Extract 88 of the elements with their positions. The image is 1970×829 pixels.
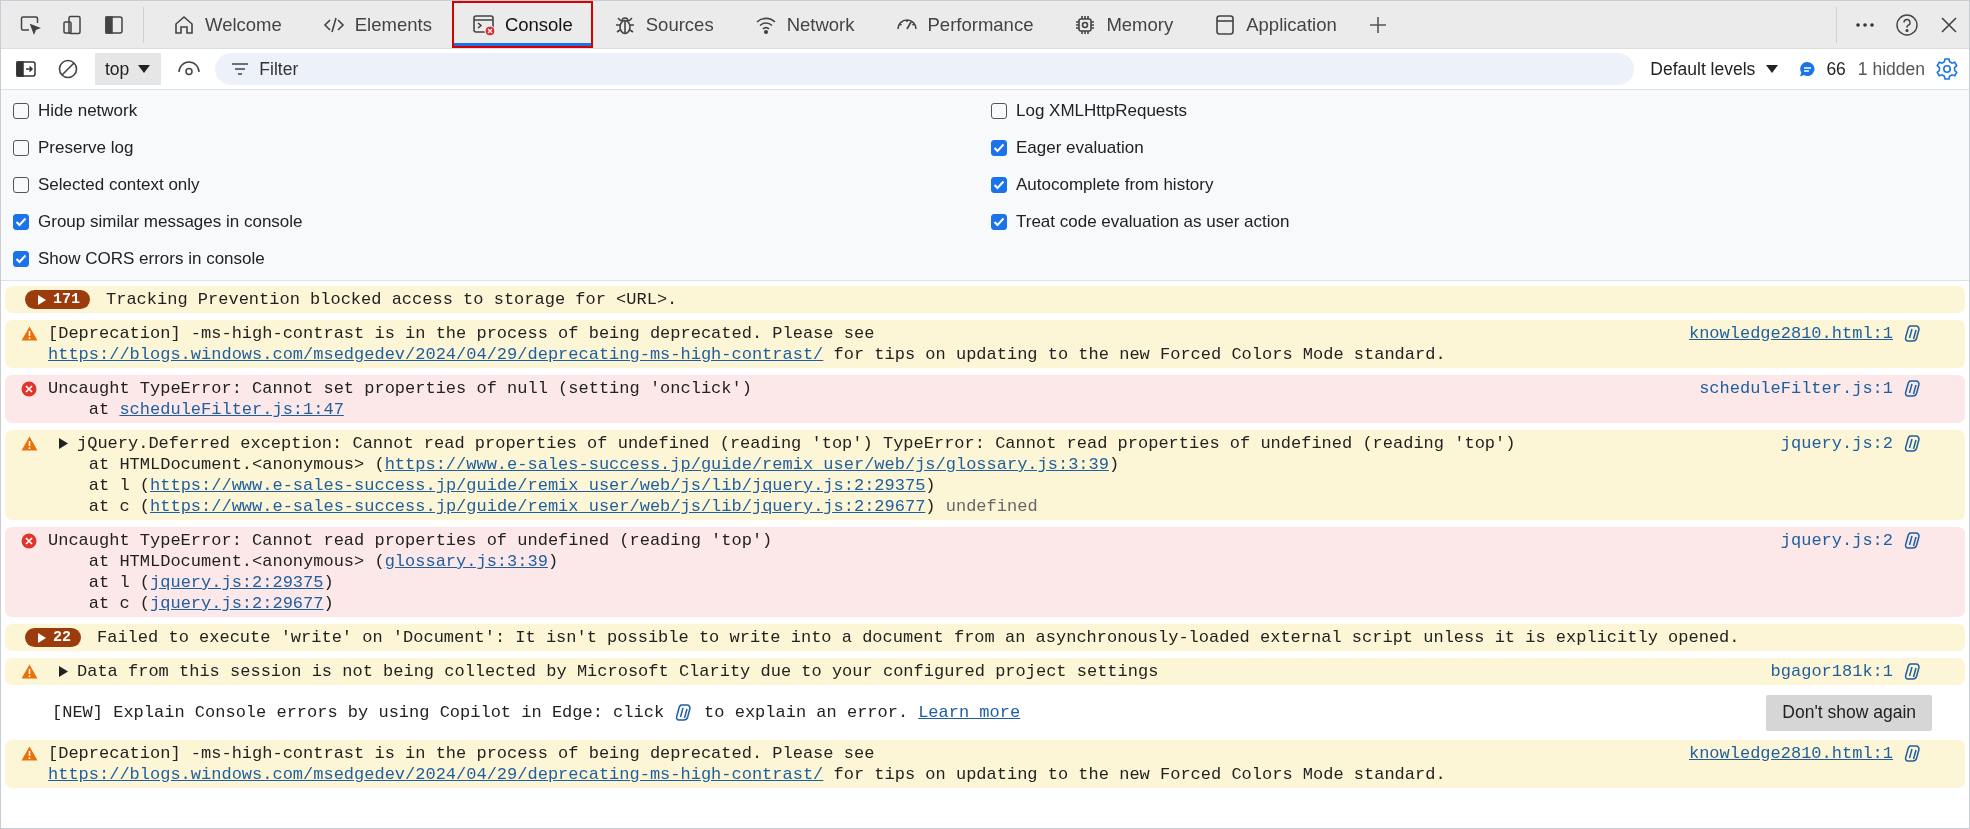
checkbox-label[interactable]: Autocomplete from history: [1016, 174, 1214, 195]
caret-icon: [1765, 64, 1780, 74]
source-link[interactable]: jquery.js:2: [1780, 433, 1893, 454]
learn-more-link[interactable]: Learn more: [918, 702, 1021, 723]
loop-icon[interactable]: [1903, 530, 1923, 551]
hidden-count: 1 hidden: [1857, 58, 1925, 80]
checkbox[interactable]: [13, 139, 29, 156]
filter-field[interactable]: Filter: [215, 53, 1635, 85]
message-link[interactable]: jquery.js:2:29375: [150, 573, 324, 592]
repeat-count-badge: 171: [25, 290, 90, 309]
message-text: Uncaught TypeError: Cannot read properties of undefined (reading 'top'): [48, 530, 773, 551]
message-text: at c (https://www.e-sales-success.jp/guide/remix_user/web/js/lib/jquery.js:2:29677) undefined: [87, 496, 1038, 517]
loop-icon[interactable]: [1903, 661, 1923, 682]
warning-icon: [21, 326, 38, 341]
message-text: Tracking Prevention blocked access to storage for <URL>.: [106, 289, 678, 310]
message-link[interactable]: https://blogs.windows.com/msedgedev/2024/04/29/deprecating-ms-high-contrast/: [48, 345, 824, 364]
checkbox[interactable]: [13, 250, 29, 267]
filter-icon: [231, 62, 250, 76]
checkbox-label[interactable]: Group similar messages in console: [38, 211, 303, 232]
message-link[interactable]: scheduleFilter.js:1:47: [119, 400, 344, 419]
message-link[interactable]: https://blogs.windows.com/msedgedev/2024/04/29/deprecating-ms-high-contrast/: [48, 765, 824, 784]
message-text: jQuery.Deferred exception: Cannot read properties of undefined (reading 'top') TypeError: Cannot read properties of undefined (reading 'top'): [77, 433, 1516, 454]
loop-icon[interactable]: [1903, 323, 1923, 344]
source-link[interactable]: knowledge2810.html:1: [1688, 323, 1893, 344]
message-text: at c (jquery.js:2:29677): [87, 593, 334, 614]
chat-icon: [1799, 60, 1817, 78]
tab[interactable]: Performance: [874, 1, 1054, 48]
checkbox-label[interactable]: Preserve log: [38, 137, 134, 158]
checkbox-label[interactable]: Selected context only: [38, 174, 200, 195]
dismiss-button[interactable]: Don't show again: [1766, 694, 1932, 731]
message-text: Data from this session is not being collected by Microsoft Clarity due to your configured project settings: [77, 661, 1159, 682]
message-text: at HTMLDocument.<anonymous> (https://www.e-sales-success.jp/guide/remix_user/web/js/glossary.js:3:39): [87, 454, 1120, 475]
notice-text: [NEW] Explain Console errors by using Copilot in Edge: click: [52, 702, 665, 723]
repeat-count-badge: 22: [25, 628, 81, 647]
tab[interactable]: Console: [451, 1, 593, 48]
message-link[interactable]: https://www.e-sales-success.jp/guide/remix_user/web/js/lib/jquery.js:2:29677: [150, 497, 926, 516]
checkbox[interactable]: [13, 213, 29, 230]
message-link[interactable]: jquery.js:2:29677: [150, 594, 324, 613]
tab[interactable]: Application: [1193, 1, 1357, 48]
source-link[interactable]: bgagor181k:1: [1770, 661, 1893, 682]
expand-triangle-icon[interactable]: [58, 665, 69, 678]
message-text: [Deprecation] -ms-high-contrast is in the process of being deprecated. Please see: [48, 743, 875, 764]
checkbox[interactable]: [991, 102, 1007, 119]
source-link[interactable]: knowledge2810.html:1: [1688, 743, 1893, 764]
message-text: at HTMLDocument.<anonymous> (glossary.js:3:39): [87, 551, 559, 572]
checkbox[interactable]: [13, 102, 29, 119]
message-text: at l (https://www.e-sales-success.jp/guide/remix_user/web/js/lib/jquery.js:2:29375): [87, 475, 936, 496]
message-link[interactable]: glossary.js:3:39: [384, 552, 548, 571]
checkbox[interactable]: [991, 139, 1007, 156]
console-error-icon: [471, 12, 496, 37]
checkbox-label[interactable]: Show CORS errors in console: [38, 248, 265, 269]
message-link[interactable]: https://www.e-sales-success.jp/guide/remix_user/web/js/lib/jquery.js:2:29375: [150, 476, 926, 495]
context-dropdown[interactable]: top: [95, 53, 162, 85]
warning-icon: [21, 746, 38, 761]
checkbox[interactable]: [991, 213, 1007, 230]
issues-button[interactable]: 66: [1799, 58, 1846, 80]
loop-icon[interactable]: [1903, 378, 1923, 399]
checkbox-label[interactable]: Eager evaluation: [1016, 137, 1144, 158]
loop-icon[interactable]: [1903, 743, 1923, 764]
source-link[interactable]: scheduleFilter.js:1: [1699, 378, 1893, 399]
expand-triangle-icon[interactable]: [58, 437, 69, 450]
checkbox-label[interactable]: Log XMLHttpRequests: [1016, 100, 1188, 121]
message-text: https://blogs.windows.com/msedgedev/2024/04/29/deprecating-ms-high-contrast/ for tips on updating to the new Forced Colors Mode standard.: [48, 344, 1446, 365]
message-text: at scheduleFilter.js:1:47: [87, 399, 344, 420]
message-text: Uncaught TypeError: Cannot set properties of null (setting 'onclick'): [48, 378, 752, 399]
checkbox[interactable]: [13, 176, 29, 193]
message-text: https://blogs.windows.com/msedgedev/2024/04/29/deprecating-ms-high-contrast/ for tips on updating to the new Forced Colors Mode standard.: [48, 764, 1446, 785]
caret-icon: [137, 64, 152, 74]
message-text: at l (jquery.js:2:29375): [87, 572, 334, 593]
levels-dropdown[interactable]: Default levels: [1650, 58, 1780, 80]
message-text: [Deprecation] -ms-high-contrast is in the process of being deprecated. Please see: [48, 323, 875, 344]
checkbox-label[interactable]: Treat code evaluation as user action: [1016, 211, 1290, 232]
loop-icon[interactable]: [1903, 433, 1923, 454]
checkbox[interactable]: [991, 176, 1007, 193]
warning-icon: [21, 436, 38, 451]
message-text: Failed to execute 'write' on 'Document': It isn't possible to write into a document from an asynchronously-loaded external script unless it is explicitly opened.: [97, 627, 1740, 648]
tab[interactable]: Network: [733, 1, 875, 48]
error-icon: [21, 532, 37, 549]
tab[interactable]: Elements: [301, 1, 452, 48]
notice-text: to explain an error.: [704, 702, 909, 723]
error-icon: [21, 380, 37, 397]
tab[interactable]: Sources: [592, 1, 734, 48]
checkbox-label[interactable]: Hide network: [38, 100, 138, 121]
warning-icon: [21, 664, 38, 679]
message-link[interactable]: https://www.e-sales-success.jp/guide/remix_user/web/js/glossary.js:3:39: [384, 455, 1109, 474]
tab[interactable]: Memory: [1053, 1, 1194, 48]
source-link[interactable]: jquery.js:2: [1780, 530, 1893, 551]
tab[interactable]: Welcome: [152, 1, 302, 48]
